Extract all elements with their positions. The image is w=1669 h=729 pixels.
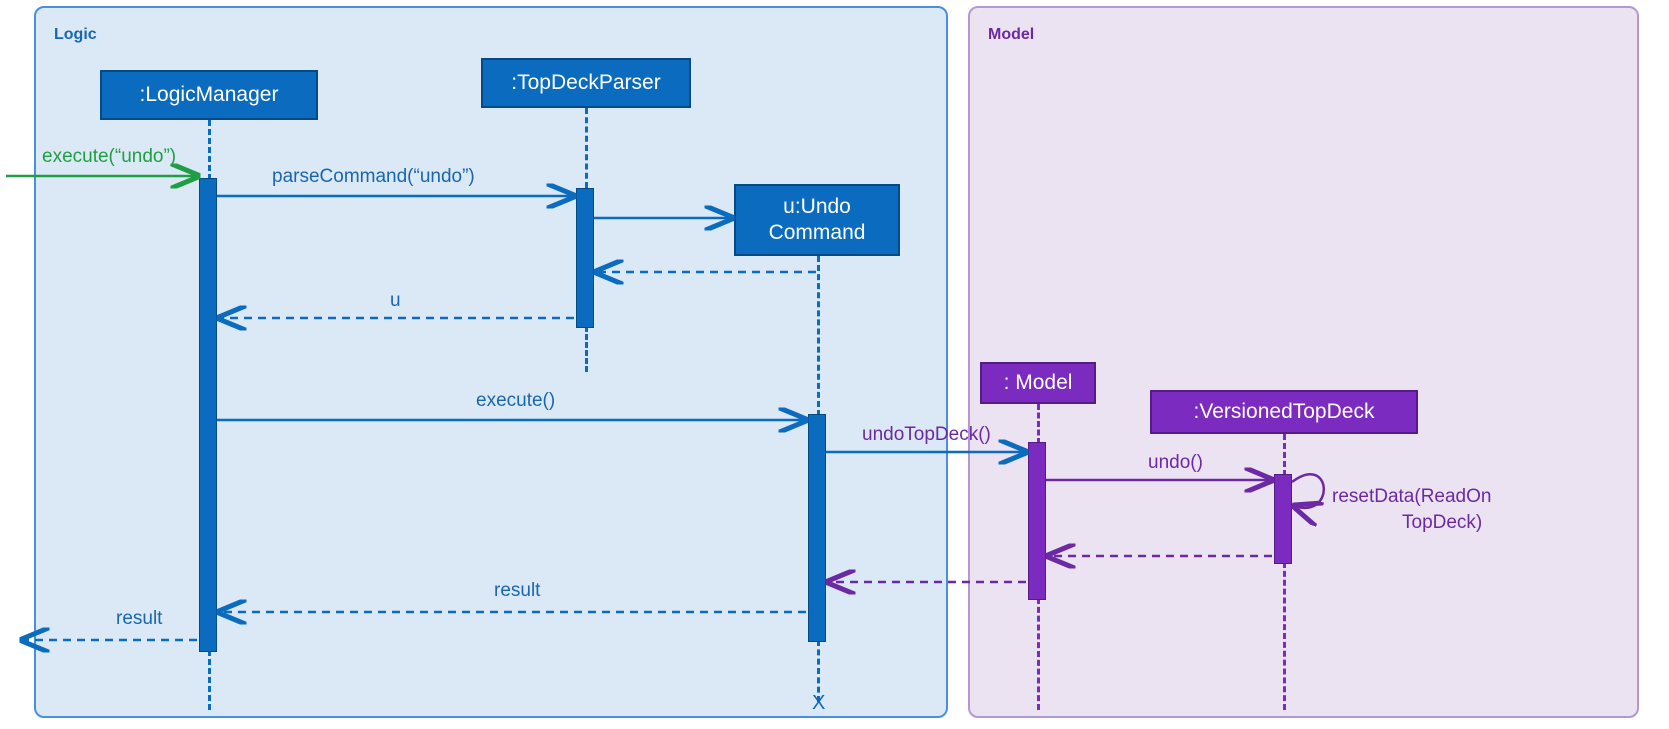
undocommand-box: u:Undo Command [734, 184, 900, 256]
label-u: u [390, 290, 401, 312]
label-execute-undo: execute(“undo”) [42, 146, 176, 168]
model-box: : Model [980, 362, 1096, 404]
lifeline-model-top [1037, 404, 1040, 444]
logicmanager-label: :LogicManager [140, 82, 279, 108]
lifeline-parser-top [585, 108, 588, 188]
activation-logicmanager [199, 178, 217, 652]
label-parsecommand: parseCommand(“undo”) [272, 166, 475, 188]
activation-undo [808, 414, 826, 642]
logicmanager-box: :LogicManager [100, 70, 318, 120]
parser-box: :TopDeckParser [481, 58, 691, 108]
activation-model [1028, 442, 1046, 600]
activation-vtd [1274, 474, 1292, 564]
label-execute: execute() [476, 390, 555, 412]
activation-parser [576, 188, 594, 328]
lifeline-logicmanager-bottom [208, 650, 211, 710]
vtd-box: :VersionedTopDeck [1150, 390, 1418, 434]
lifeline-parser-bottom [585, 326, 588, 372]
undocommand-label: u:Undo Command [769, 194, 866, 247]
model-frame-title: Model [988, 26, 1034, 44]
lifeline-vtd-bottom [1283, 562, 1286, 710]
logic-frame-title: Logic [54, 26, 97, 44]
lifeline-undo-top [817, 256, 820, 416]
label-resetdata-2: TopDeck) [1402, 512, 1482, 534]
vtd-label: :VersionedTopDeck [1194, 399, 1375, 425]
parser-label: :TopDeckParser [511, 70, 660, 96]
label-undo: undo() [1148, 452, 1203, 474]
label-result-inner: result [494, 580, 540, 602]
label-result-outer: result [116, 608, 162, 630]
label-undotopdeck: undoTopDeck() [862, 424, 991, 446]
undo-destruction-x: X [812, 692, 825, 715]
lifeline-logicmanager-top [208, 120, 211, 180]
model-label: : Model [1004, 370, 1073, 396]
lifeline-vtd-top [1283, 434, 1286, 476]
label-resetdata-1: resetData(ReadOn [1332, 486, 1491, 508]
lifeline-model-bottom [1037, 598, 1040, 710]
